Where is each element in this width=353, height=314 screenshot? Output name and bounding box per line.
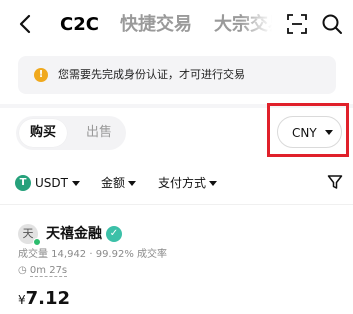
payment-filter[interactable]: 支付方式: [158, 174, 206, 192]
search-icon[interactable]: [320, 12, 344, 36]
verified-badge-icon: ✓: [106, 226, 122, 242]
trade-side-toggle: 购买 出售: [16, 116, 126, 150]
usdt-icon: T: [15, 175, 31, 191]
price-value: 7.12: [25, 288, 71, 309]
scan-icon[interactable]: [286, 13, 308, 35]
price: ¥7.12: [18, 288, 70, 309]
currency-symbol: ¥: [18, 293, 26, 307]
list-divider: [0, 204, 353, 205]
tab-quick-trade[interactable]: 快捷交易: [120, 12, 192, 38]
highlight-box: [267, 103, 349, 157]
caret-down-icon: [72, 181, 80, 186]
back-arrow-icon[interactable]: [14, 12, 38, 36]
clock-icon: ◷: [18, 265, 27, 276]
warning-icon: !: [34, 68, 48, 82]
merchant-stats: 成交量 14,942 · 99.92% 成交率: [18, 249, 168, 260]
identity-notice-banner[interactable]: ! 您需要先完成身份认证，才可进行交易: [18, 56, 336, 94]
tab-c2c[interactable]: C2C: [60, 12, 99, 38]
amount-filter[interactable]: 金额: [101, 174, 125, 192]
asset-filter[interactable]: USDT: [35, 174, 68, 192]
caret-down-icon: [128, 181, 136, 186]
asset-filter-label: USDT: [35, 176, 68, 190]
sell-tab[interactable]: 出售: [76, 119, 122, 147]
payment-filter-label: 支付方式: [158, 176, 207, 190]
online-status-dot: [33, 238, 41, 246]
notice-text: 您需要先完成身份认证，才可进行交易: [58, 68, 245, 81]
tab-fade-overlay: [240, 6, 280, 42]
merchant-name[interactable]: 天禧金融: [46, 224, 102, 244]
caret-down-icon: [209, 181, 217, 186]
amount-filter-label: 金额: [101, 176, 126, 190]
release-time-text: 0m 27s: [29, 265, 68, 277]
avg-release-time: ◷ 0m 27s: [18, 264, 68, 278]
filter-funnel-icon[interactable]: [327, 174, 343, 190]
buy-tab[interactable]: 购买: [19, 119, 67, 147]
